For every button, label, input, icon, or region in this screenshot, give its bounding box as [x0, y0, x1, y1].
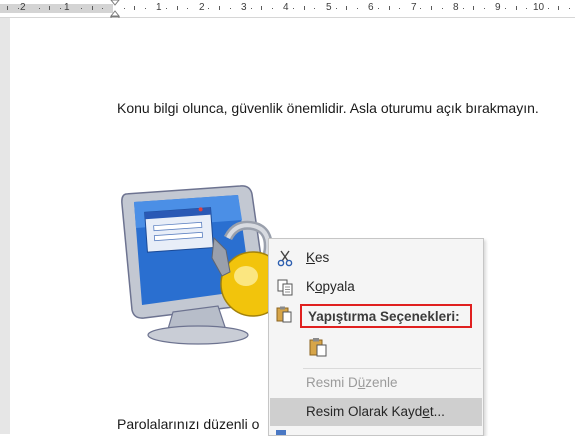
ruler-tick: [442, 8, 443, 9]
ruler-label: 3: [241, 2, 247, 13]
ruler-tick: [134, 6, 135, 10]
ruler-tick: [187, 8, 188, 9]
paste-keep-source-icon[interactable]: [307, 336, 329, 358]
menu-item-edit-picture-label: Resmi Düzenle: [306, 375, 398, 390]
ruler-label: 6: [368, 2, 374, 13]
ruler-label: 1: [156, 2, 162, 13]
ruler-tick: [314, 8, 315, 9]
ruler-tick: [230, 8, 231, 9]
menu-item-save-as-picture-label: Resim Olarak Kaydet...: [306, 404, 445, 419]
ruler-tick: [548, 8, 549, 9]
ruler-label: 1: [64, 2, 70, 13]
ruler-tick: [166, 8, 167, 9]
page-gutter: [0, 18, 10, 434]
ruler-tick: [569, 8, 570, 9]
ruler-tick: [378, 8, 379, 9]
ruler-tick: [145, 8, 146, 9]
menu-item-save-as-picture[interactable]: Resim Olarak Kaydet...: [270, 398, 482, 426]
horizontal-ruler[interactable]: 2 1 1 2 3 4 5 6 7 8 9 10: [0, 0, 575, 18]
ruler-tick: [420, 8, 421, 9]
ruler-tick: [251, 8, 252, 9]
ruler-tick: [463, 8, 464, 9]
ruler-label: 5: [326, 2, 332, 13]
ruler-label: 2: [20, 2, 26, 13]
ruler-label: 8: [453, 2, 459, 13]
ruler-tick: [219, 6, 220, 10]
computer-security-picture[interactable]: [118, 180, 288, 345]
ruler-tick: [60, 8, 61, 9]
menu-item-copy-label: Kopyala: [306, 279, 355, 294]
ruler-tick: [399, 8, 400, 9]
ruler-label: 9: [495, 2, 501, 13]
ruler-tick: [261, 6, 262, 10]
ruler-label: 7: [411, 2, 417, 13]
menu-item-edit-picture: Resmi Düzenle: [270, 370, 482, 396]
ruler-tick: [357, 8, 358, 9]
paste-options-header: Yapıştırma Seçenekleri:: [300, 304, 472, 328]
ruler-tick: [208, 8, 209, 9]
ruler-tick: [346, 6, 347, 10]
paste-options-label: Yapıştırma Seçenekleri:: [308, 309, 460, 324]
scissors-icon: [277, 250, 293, 267]
ruler-label: 10: [533, 2, 545, 13]
ruler-label: 4: [283, 2, 289, 13]
ruler-label: 2: [199, 2, 205, 13]
ruler-tick: [49, 6, 50, 10]
ruler-tick: [473, 6, 474, 10]
ruler-tick: [18, 8, 19, 9]
ruler-tick: [526, 8, 527, 9]
ruler-tick: [558, 6, 559, 10]
ruler-tick: [124, 8, 125, 9]
document-paragraph[interactable]: Parolalarınızı düzenli o: [117, 416, 259, 432]
ruler-tick: [336, 8, 337, 9]
ruler-tick: [39, 8, 40, 9]
ruler-tick: [505, 8, 506, 9]
document-paragraph[interactable]: Konu bilgi olunca, güvenlik önemlidir. A…: [117, 100, 539, 116]
menu-item-cut[interactable]: Kes: [270, 245, 482, 271]
ruler-tick: [102, 8, 103, 9]
ruler-tick: [7, 6, 8, 10]
ruler-tick: [81, 8, 82, 9]
ruler-tick: [92, 6, 93, 10]
copy-icon: [277, 279, 293, 296]
menu-separator: [303, 368, 481, 369]
ruler-tick: [293, 8, 294, 9]
ruler-tick: [177, 6, 178, 10]
ruler-tick: [389, 6, 390, 10]
menu-item-copy[interactable]: Kopyala: [270, 274, 482, 300]
next-item-icon: [276, 430, 286, 435]
ruler-tick: [304, 6, 305, 10]
ruler-tick: [272, 8, 273, 9]
context-menu: Kes Kopyala Yapıştırma Seçenekleri: Resm…: [268, 238, 484, 436]
ruler-tick: [431, 6, 432, 10]
ruler-tick: [516, 6, 517, 10]
clipboard-icon: [276, 306, 292, 323]
menu-item-cut-label: Kes: [306, 250, 330, 265]
ruler-left-margin: [0, 4, 113, 13]
ruler-tick: [484, 8, 485, 9]
